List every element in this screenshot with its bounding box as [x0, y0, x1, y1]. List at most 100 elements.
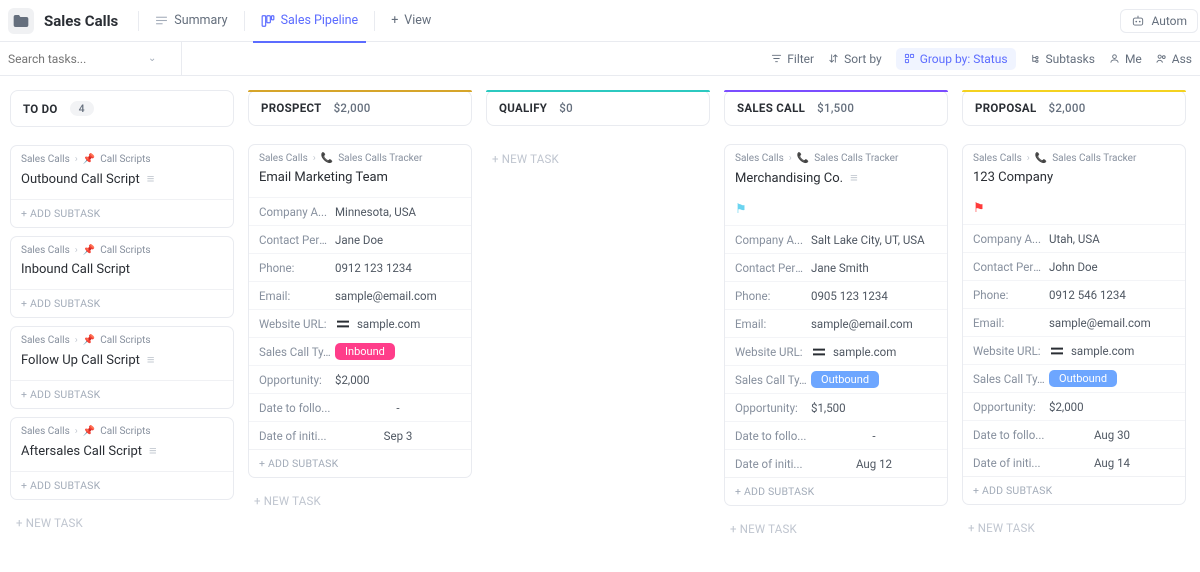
task-card[interactable]: Sales Calls›📌Call Scripts Aftersales Cal… [10, 417, 234, 500]
card-title: Merchandising Co. [735, 171, 843, 186]
description-icon: ≡ [147, 352, 155, 368]
field-company: Salt Lake City, UT, USA [807, 233, 937, 247]
summary-icon [155, 14, 168, 27]
description-icon: ≡ [850, 170, 858, 186]
filter-button[interactable]: Filter [771, 52, 814, 66]
me-label: Me [1125, 52, 1142, 66]
column-proposal: PROPOSAL $2,000 Sales Calls›📞Sales Calls… [962, 90, 1186, 543]
column-header-prospect[interactable]: PROSPECT $2,000 [248, 90, 472, 126]
subtasks-button[interactable]: Subtasks [1030, 52, 1095, 66]
field-contact: Jane Doe [331, 233, 461, 247]
column-amount: $0 [559, 101, 573, 115]
search-input[interactable] [8, 52, 148, 66]
folder-button[interactable] [8, 8, 34, 34]
column-title: PROSPECT [261, 101, 322, 115]
card-title: Follow Up Call Script [21, 353, 140, 368]
me-button[interactable]: Me [1109, 52, 1142, 66]
tab-pipeline[interactable]: Sales Pipeline [247, 0, 373, 42]
separator [138, 11, 139, 31]
tab-summary-label: Summary [174, 13, 227, 28]
column-header-todo[interactable]: TO DO 4 [10, 90, 234, 127]
automations-button[interactable]: Autom [1120, 9, 1198, 33]
column-title: PROPOSAL [975, 101, 1036, 115]
chevron-down-icon[interactable]: ⌄ [148, 53, 156, 64]
new-task-button[interactable]: + NEW TASK [724, 514, 948, 544]
field-website: sample.com [331, 317, 461, 331]
add-subtask-button[interactable]: + ADD SUBTASK [249, 449, 471, 477]
field-phone: 0912 123 1234 [331, 261, 461, 275]
breadcrumb: Sales Calls›📞Sales Calls Tracker [249, 145, 471, 166]
breadcrumb: Sales Calls›📌Call Scripts [11, 327, 233, 348]
column-header-qualify[interactable]: QUALIFY $0 [486, 90, 710, 126]
field-company: Minnesota, USA [331, 205, 461, 219]
new-task-button[interactable]: + NEW TASK [10, 508, 234, 538]
task-card[interactable]: Sales Calls›📞Sales Calls Tracker Merchan… [724, 144, 948, 506]
field-calltype: Inbound [331, 343, 461, 360]
page-title: Sales Calls [44, 12, 118, 30]
task-card[interactable]: Sales Calls›📞Sales Calls Tracker Email M… [248, 144, 472, 478]
column-title: QUALIFY [499, 101, 547, 115]
field-website: sample.com [1045, 344, 1175, 358]
sort-label: Sort by [844, 52, 882, 66]
tab-summary[interactable]: Summary [141, 0, 241, 42]
card-title: Email Marketing Team [259, 170, 388, 185]
add-subtask-button[interactable]: + ADD SUBTASK [11, 289, 233, 317]
groupby-label: Group by: Status [920, 52, 1008, 66]
card-title: Aftersales Call Script [21, 444, 142, 459]
new-task-button[interactable]: + NEW TASK [962, 513, 1186, 543]
sort-icon [828, 53, 839, 64]
column-salescall: SALES CALL $1,500 Sales Calls›📞Sales Cal… [724, 90, 948, 544]
task-card[interactable]: Sales Calls›📌Call Scripts Follow Up Call… [10, 326, 234, 409]
task-card[interactable]: Sales Calls›📌Call Scripts Inbound Call S… [10, 236, 234, 318]
column-header-proposal[interactable]: PROPOSAL $2,000 [962, 90, 1186, 126]
person-icon [1109, 53, 1120, 64]
separator [244, 11, 245, 31]
field-initdate: Aug 12 [807, 457, 937, 471]
add-subtask-button[interactable]: + ADD SUBTASK [963, 476, 1185, 504]
filter-label: Filter [787, 52, 814, 66]
add-subtask-button[interactable]: + ADD SUBTASK [11, 380, 233, 408]
card-title: Outbound Call Script [21, 172, 140, 187]
task-card[interactable]: Sales Calls›📞Sales Calls Tracker 123 Com… [962, 144, 1186, 505]
subtasks-label: Subtasks [1046, 52, 1095, 66]
column-amount: $2,000 [1048, 101, 1085, 115]
new-task-button[interactable]: + NEW TASK [248, 486, 472, 516]
tab-pipeline-label: Sales Pipeline [281, 13, 359, 28]
add-subtask-button[interactable]: + ADD SUBTASK [11, 471, 233, 499]
field-followup: - [331, 401, 461, 415]
field-opportunity: $2,000 [1045, 400, 1175, 414]
field-phone: 0905 123 1234 [807, 289, 937, 303]
breadcrumb: Sales Calls›📞Sales Calls Tracker [963, 145, 1185, 166]
add-subtask-button[interactable]: + ADD SUBTASK [725, 477, 947, 505]
filter-icon [771, 53, 782, 64]
description-icon: ≡ [147, 171, 155, 187]
new-task-button[interactable]: + NEW TASK [486, 144, 710, 174]
field-calltype: Outbound [807, 371, 937, 388]
tab-addview-label: View [404, 13, 431, 28]
column-title: TO DO [23, 102, 58, 116]
group-icon [904, 53, 915, 64]
add-subtask-button[interactable]: + ADD SUBTASK [11, 199, 233, 227]
field-initdate: Aug 14 [1045, 456, 1175, 470]
flag-icon: ⚑ [735, 202, 747, 217]
column-amount: $2,000 [334, 101, 371, 115]
task-card[interactable]: Sales Calls›📌Call Scripts Outbound Call … [10, 145, 234, 228]
kanban-board: TO DO 4 Sales Calls›📌Call Scripts Outbou… [0, 76, 1200, 572]
automations-label: Autom [1151, 14, 1187, 28]
description-icon: ≡ [149, 443, 157, 459]
field-followup: - [807, 429, 937, 443]
assignees-button[interactable]: Ass [1156, 52, 1192, 66]
link-icon [335, 317, 351, 331]
tab-add-view[interactable]: + View [377, 0, 445, 42]
column-header-salescall[interactable]: SALES CALL $1,500 [724, 90, 948, 126]
search-wrap: ⌄ [8, 42, 182, 75]
field-contact: Jane Smith [807, 261, 937, 275]
plus-icon: + [391, 13, 398, 28]
breadcrumb: Sales Calls›📌Call Scripts [11, 237, 233, 258]
field-website: sample.com [807, 345, 937, 359]
board-icon [261, 14, 275, 28]
field-company: Utah, USA [1045, 232, 1175, 246]
subtask-icon [1030, 53, 1041, 64]
groupby-button[interactable]: Group by: Status [896, 48, 1016, 70]
sort-button[interactable]: Sort by [828, 52, 882, 66]
